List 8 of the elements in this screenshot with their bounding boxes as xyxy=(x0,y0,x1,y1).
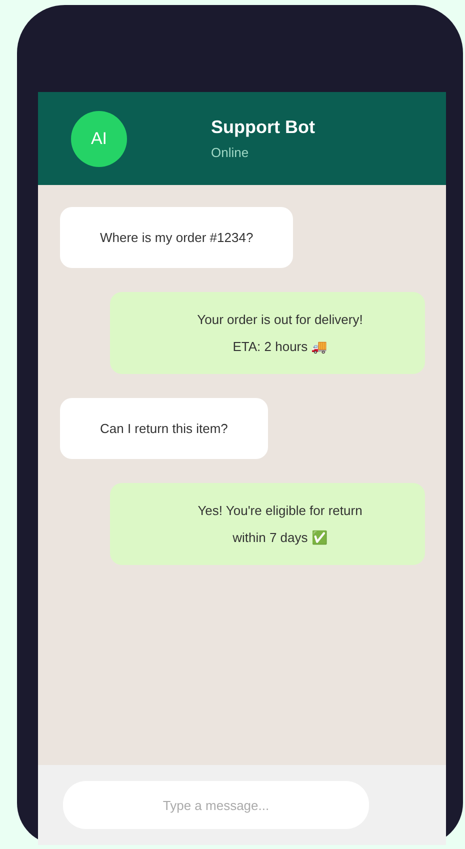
user-message: Can I return this item? xyxy=(60,398,268,459)
bot-message: Your order is out for delivery! ETA: 2 hours 🚚 xyxy=(110,292,425,374)
contact-name: Support Bot xyxy=(211,117,315,138)
message-field[interactable]: Type a message... xyxy=(63,781,369,829)
bot-message: Yes! You're eligible for return within 7 days ✅ xyxy=(110,483,425,565)
user-message: Where is my order #1234? xyxy=(60,207,294,268)
avatar: AI xyxy=(71,110,127,166)
contact-status: Online xyxy=(211,145,250,160)
